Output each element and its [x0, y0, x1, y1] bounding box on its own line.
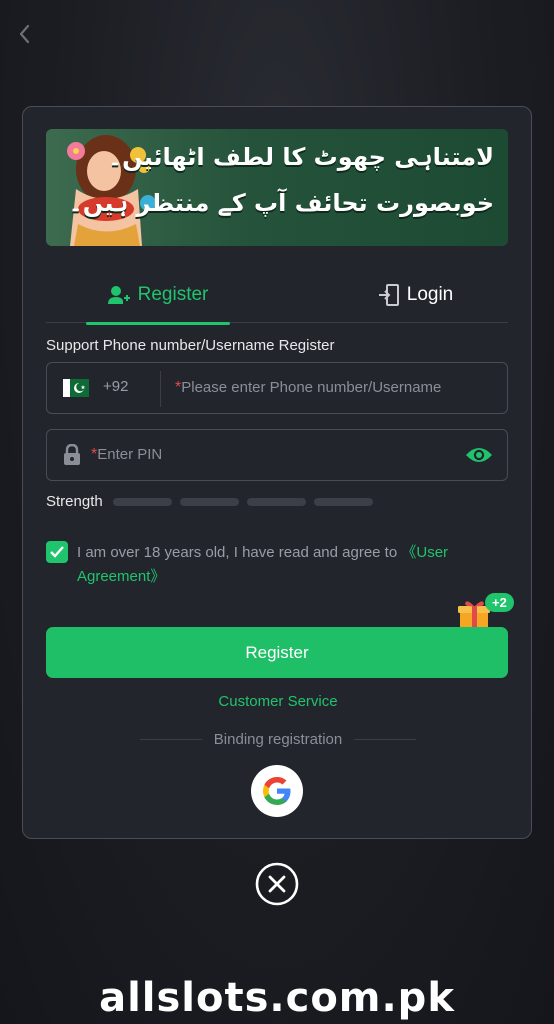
pin-field[interactable]: *Enter PIN [46, 429, 508, 481]
pin-input[interactable]: *Enter PIN [91, 446, 162, 464]
eye-icon[interactable] [465, 444, 493, 466]
banner-subline: خوبصورت تحائف آپ کے منتظر ہیں۔ [68, 189, 494, 217]
chevron-left-icon [19, 24, 30, 44]
tab-login-label: Login [406, 284, 454, 305]
field-divider [160, 371, 161, 407]
active-tab-indicator [86, 322, 230, 325]
close-button[interactable] [255, 862, 299, 906]
binding-label: Binding registration [213, 731, 343, 748]
tab-register-label: Register [137, 284, 209, 305]
phone-placeholder: Please enter Phone number/Username [181, 379, 442, 396]
google-login-button[interactable] [251, 765, 303, 817]
promo-banner[interactable]: لامتناہی چھوٹ کا لطف اٹھائیں۔ خوبصورت تح… [46, 129, 508, 246]
lock-icon [64, 444, 80, 465]
back-button[interactable] [12, 22, 36, 46]
strength-label: Strength [46, 493, 103, 510]
close-icon [255, 862, 299, 906]
login-door-icon [378, 284, 399, 306]
pin-placeholder: Enter PIN [97, 446, 163, 463]
google-icon [263, 777, 291, 805]
phone-input[interactable]: *Please enter Phone number/Username [175, 379, 441, 397]
strength-bar [246, 497, 306, 506]
divider-line [140, 739, 202, 740]
pakistan-flag-icon[interactable] [63, 379, 89, 397]
agree-text: I am over 18 years old, I have read and … [77, 541, 487, 589]
site-watermark: allslots.com.pk [99, 975, 455, 1021]
agree-statement: I am over 18 years old, I have read and … [77, 544, 398, 561]
gift-count-badge: +2 [485, 593, 514, 612]
tab-register[interactable]: Register [86, 267, 230, 325]
auth-tabs: Register Login [46, 267, 508, 325]
divider-line [354, 739, 417, 740]
register-modal: لامتناہی چھوٹ کا لطف اٹھائیں۔ خوبصورت تح… [22, 106, 532, 839]
phone-field[interactable]: +92 *Please enter Phone number/Username [46, 362, 508, 414]
strength-bar [112, 497, 172, 506]
register-button[interactable]: Register [46, 627, 508, 678]
checkmark-icon [50, 546, 64, 558]
strength-bar [179, 497, 239, 506]
customer-service-link[interactable]: Customer Service [23, 693, 533, 710]
gift-reward[interactable]: +2 [457, 593, 517, 630]
add-user-icon [107, 286, 130, 304]
binding-divider: Binding registration [140, 731, 417, 748]
banner-headline: لامتناہی چھوٹ کا لطف اٹھائیں۔ [108, 143, 494, 171]
country-code[interactable]: +92 [103, 378, 128, 395]
strength-bar [313, 497, 373, 506]
tab-login[interactable]: Login [356, 267, 476, 323]
password-strength: Strength [46, 493, 373, 510]
agree-checkbox[interactable] [46, 541, 68, 563]
support-label: Support Phone number/Username Register [46, 337, 335, 354]
